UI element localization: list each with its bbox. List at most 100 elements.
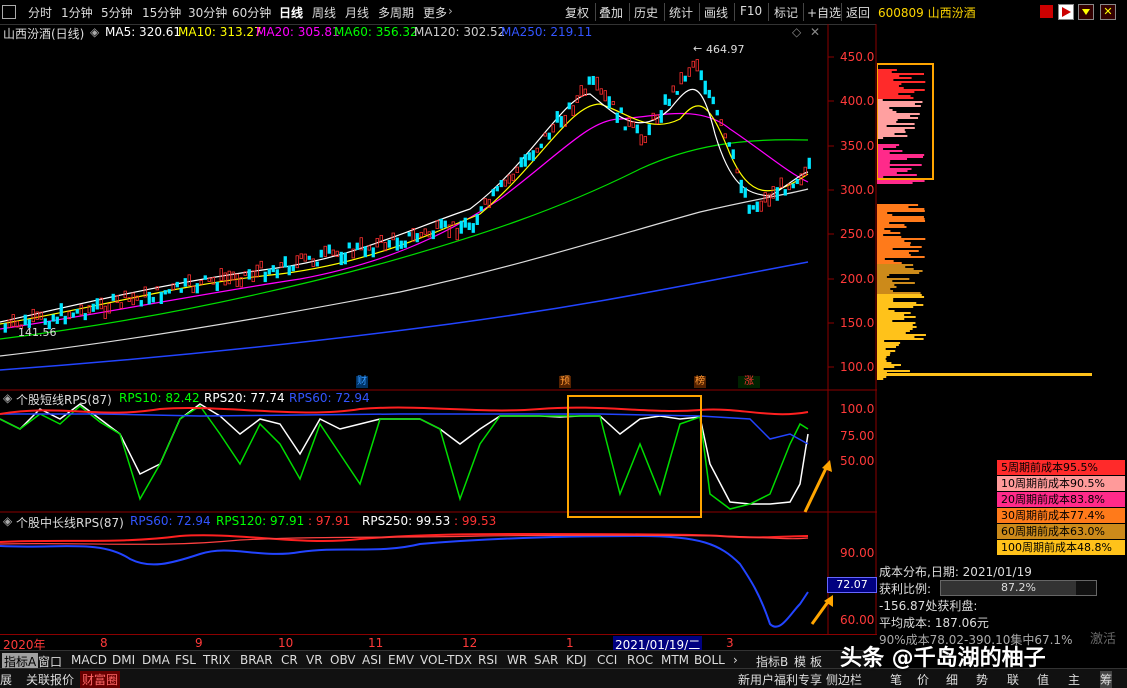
new-user-promo[interactable]: 新用户福利专享	[738, 671, 822, 688]
chip-bar	[877, 97, 914, 99]
period-weekly[interactable]: 周线	[312, 4, 336, 21]
history-button[interactable]: 历史	[634, 4, 658, 21]
candle	[559, 116, 563, 128]
candle	[467, 222, 471, 231]
close-icon[interactable]: ✕	[1100, 4, 1116, 20]
play-icon[interactable]	[1058, 4, 1074, 20]
stats-button[interactable]: 统计	[669, 4, 693, 21]
period-fenshi[interactable]: 分时	[28, 4, 52, 21]
tab-link[interactable]: 联	[1007, 671, 1019, 688]
chip-bar	[877, 240, 905, 242]
candle	[671, 85, 675, 93]
candle	[655, 114, 659, 125]
tab-obv[interactable]: OBV	[330, 653, 356, 667]
finance-marker[interactable]: 财	[356, 376, 368, 388]
period-more[interactable]: 更多	[423, 4, 447, 21]
activate-overlay: 激活	[1090, 632, 1117, 647]
candle	[527, 152, 531, 161]
panel-icon[interactable]: ◈	[3, 514, 12, 528]
chip-bar	[877, 360, 887, 362]
tab-cci[interactable]: CCI	[597, 653, 617, 667]
tab-emv[interactable]: EMV	[388, 653, 414, 667]
candle	[435, 220, 439, 229]
flag-icon[interactable]	[1040, 5, 1053, 18]
y-tick: 90.00	[840, 546, 875, 560]
month-label: 11	[368, 636, 384, 650]
expand-button[interactable]: 展	[0, 671, 12, 688]
candle	[535, 147, 539, 153]
candle	[267, 268, 271, 275]
chip-bar	[877, 378, 884, 380]
fuquan-button[interactable]: 复权	[565, 4, 589, 21]
tabs-scroll-icon[interactable]: ›	[733, 653, 738, 667]
chevron-down-icon[interactable]: ◈	[90, 25, 99, 39]
tab-roc[interactable]: ROC	[627, 653, 653, 667]
rank-marker[interactable]: 榜	[694, 376, 706, 388]
close-panel-icon[interactable]: ✕	[810, 25, 820, 39]
candle	[551, 124, 555, 133]
grid-icon[interactable]	[2, 5, 16, 19]
f10-button[interactable]: F10	[740, 4, 762, 18]
period-daily[interactable]: 日线	[279, 4, 303, 21]
tab-dmi[interactable]: DMI	[112, 653, 135, 667]
rps60-label: RPS60: 72.94	[289, 391, 370, 405]
chip-bar	[877, 89, 925, 91]
candle	[75, 308, 79, 314]
back-button[interactable]: 返回	[846, 4, 870, 21]
tab-trend[interactable]: 势	[976, 671, 988, 688]
tab-chips[interactable]: 筹	[1100, 671, 1113, 688]
tab-brar[interactable]: BRAR	[240, 653, 273, 667]
tab-trades[interactable]: 笔	[890, 671, 902, 688]
period-monthly[interactable]: 月线	[345, 4, 369, 21]
candle	[703, 80, 707, 95]
period-60min[interactable]: 60分钟	[232, 4, 271, 21]
tab-asi[interactable]: ASI	[362, 653, 381, 667]
tab-mtm[interactable]: MTM	[661, 653, 689, 667]
chip-bar	[877, 166, 890, 168]
overlay-button[interactable]: 叠加	[599, 4, 623, 21]
menu-icon[interactable]	[1078, 4, 1094, 20]
tab-detail[interactable]: 细	[946, 671, 958, 688]
candle	[735, 168, 739, 174]
sidebar-button[interactable]: 侧边栏	[826, 671, 862, 688]
tab-kdj[interactable]: KDJ	[566, 653, 587, 667]
chip-bar	[877, 338, 924, 340]
period-15min[interactable]: 15分钟	[142, 4, 181, 21]
candle	[279, 262, 283, 268]
draw-button[interactable]: 画线	[704, 4, 728, 21]
chip-bar	[877, 352, 891, 354]
period-1min[interactable]: 1分钟	[61, 4, 93, 21]
tab-wr[interactable]: WR	[507, 653, 527, 667]
candle	[3, 323, 7, 333]
tab-macd[interactable]: MACD	[71, 653, 107, 667]
chevron-right-icon[interactable]: ›	[448, 4, 453, 18]
candle	[311, 258, 315, 267]
candle	[659, 110, 663, 123]
period-30min[interactable]: 30分钟	[188, 4, 227, 21]
tab-main[interactable]: 主	[1068, 671, 1080, 688]
candle	[607, 96, 611, 109]
period-5min[interactable]: 5分钟	[101, 4, 133, 21]
period-multi[interactable]: 多周期	[378, 4, 414, 21]
forecast-marker[interactable]: 预	[559, 376, 571, 388]
tab-value[interactable]: 值	[1037, 671, 1049, 688]
tab-trix[interactable]: TRIX	[203, 653, 230, 667]
panel-icon[interactable]: ◈	[3, 391, 12, 405]
tab-boll[interactable]: BOLL	[694, 653, 725, 667]
tab-dma[interactable]: DMA	[142, 653, 170, 667]
diamond-icon[interactable]: ◇	[792, 25, 801, 39]
tab-cr[interactable]: CR	[281, 653, 298, 667]
related-quotes-button[interactable]: 关联报价	[26, 671, 74, 688]
add-watchlist-button[interactable]: +自选	[807, 4, 841, 21]
tab-price[interactable]: 价	[917, 671, 929, 688]
tab-sar[interactable]: SAR	[534, 653, 558, 667]
tab-fsl[interactable]: FSL	[175, 653, 196, 667]
candle	[163, 290, 167, 295]
tab-vr[interactable]: VR	[306, 653, 323, 667]
limit-up-marker[interactable]: 涨	[738, 376, 760, 388]
tab-rsi[interactable]: RSI	[478, 653, 498, 667]
tab-vol-tdx[interactable]: VOL-TDX	[420, 653, 472, 667]
mark-button[interactable]: 标记	[774, 4, 798, 21]
chip-bar	[877, 79, 894, 81]
wealth-circle-button[interactable]: 财富圈	[80, 671, 121, 688]
